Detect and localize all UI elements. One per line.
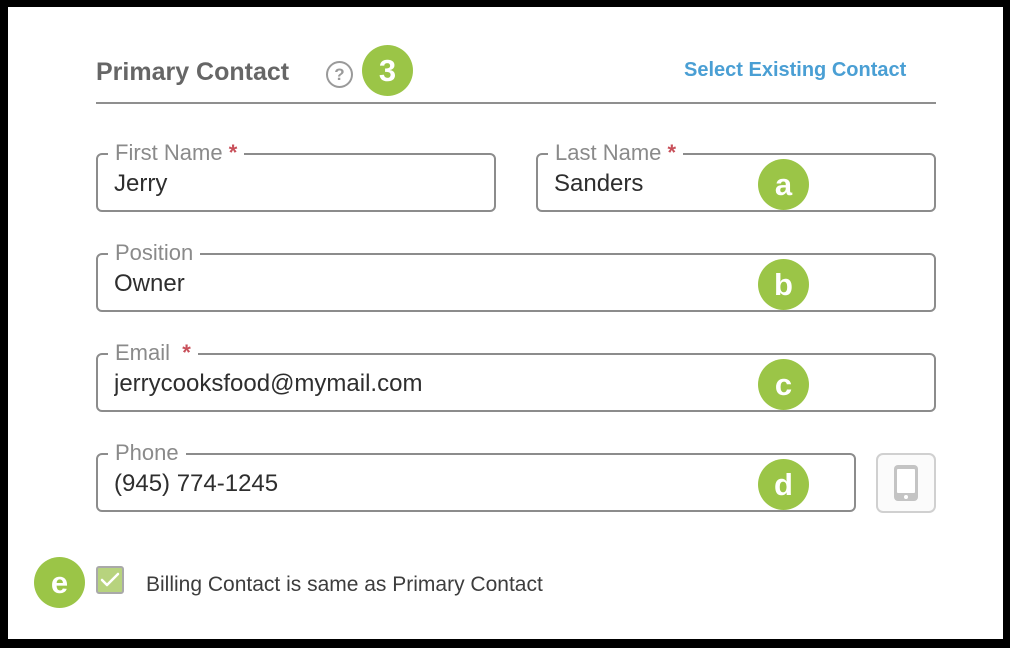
mobile-phone-button[interactable]	[876, 453, 936, 513]
first-name-field[interactable]: First Name *	[96, 140, 496, 212]
billing-same-checkbox[interactable]	[96, 566, 124, 594]
last-name-label: Last Name *	[548, 140, 684, 166]
mobile-phone-icon	[894, 465, 918, 501]
select-existing-contact-link[interactable]: Select Existing Contact	[684, 59, 906, 82]
position-input[interactable]	[114, 270, 867, 298]
email-label: Email *	[108, 340, 198, 366]
callout-d: d	[758, 459, 809, 510]
callout-step-3: 3	[362, 45, 413, 96]
phone-label: Phone	[108, 440, 186, 466]
callout-a: a	[758, 159, 809, 210]
phone-field[interactable]: Phone	[96, 440, 856, 512]
billing-same-label[interactable]: Billing Contact is same as Primary Conta…	[146, 573, 543, 597]
checkmark-icon	[100, 572, 120, 587]
first-name-label: First Name *	[108, 140, 245, 166]
question-circle-icon[interactable]: ?	[326, 61, 353, 88]
position-field[interactable]: Position	[96, 240, 936, 312]
email-field[interactable]: Email *	[96, 340, 936, 412]
first-name-input[interactable]	[114, 170, 471, 198]
section-title: Primary Contact	[96, 58, 290, 86]
required-marker: *	[182, 340, 191, 365]
last-name-input[interactable]	[554, 170, 911, 198]
required-marker: *	[667, 140, 677, 165]
callout-b: b	[758, 259, 809, 310]
callout-e: e	[34, 557, 85, 608]
phone-input[interactable]	[114, 470, 795, 498]
callout-c: c	[758, 359, 809, 410]
email-input[interactable]	[114, 370, 867, 398]
position-label: Position	[108, 240, 201, 266]
last-name-field[interactable]: Last Name *	[536, 140, 936, 212]
required-marker: *	[228, 140, 238, 165]
header-divider	[96, 102, 936, 104]
